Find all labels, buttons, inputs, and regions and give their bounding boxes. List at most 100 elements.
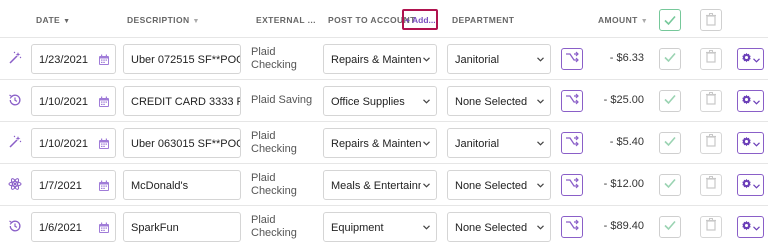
split-icon [565,176,579,194]
external-account: Plaid Checking [251,46,297,71]
date-input[interactable]: 1/6/2021 [31,212,116,242]
column-header-description[interactable]: DESCRIPTION ▼ [127,15,200,25]
column-header-date[interactable]: DATE ▼ [36,15,70,25]
calendar-icon[interactable] [98,53,110,65]
row-actions-button[interactable] [737,90,764,112]
external-account: Plaid Checking [251,214,297,239]
chevron-down-icon [537,141,544,146]
description-input[interactable]: SparkFun [123,212,241,242]
description-value: SparkFun [131,222,179,234]
amount-value: - $12.00 [603,178,644,190]
description-input[interactable]: Uber 063015 SF**POOL** [123,128,241,158]
calendar-icon[interactable] [98,95,110,107]
account-select-value: Repairs & Maintenance [331,54,421,66]
delete-button[interactable] [700,90,722,112]
account-select-value: Equipment [331,222,384,234]
row-actions-button[interactable] [737,174,764,196]
amount-value: - $6.33 [609,52,644,64]
description-value: CREDIT CARD 3333 PAYMENT [131,96,240,108]
description-input[interactable]: McDonald's [123,170,241,200]
account-select[interactable]: Repairs & Maintenance [323,44,437,74]
row-actions-button[interactable] [737,48,764,70]
date-input[interactable]: 1/10/2021 [31,86,116,116]
table-row: 1/10/2021 CREDIT CARD 3333 PAYMENT Plaid… [0,80,768,122]
add-account-link[interactable]: + Add... [402,9,438,30]
approve-all-button[interactable] [659,9,681,31]
account-select-value: Office Supplies [331,96,405,108]
split-button[interactable] [561,174,583,196]
delete-button[interactable] [700,216,722,238]
account-select[interactable]: Repairs & Maintenance [323,128,437,158]
description-input[interactable]: Uber 072515 SF**POOL** [123,44,241,74]
department-select[interactable]: Janitorial [447,128,551,158]
gear-icon [741,92,752,110]
column-header-external[interactable]: EXTERNAL ... [256,15,316,25]
history-icon[interactable] [8,219,22,233]
check-icon [664,15,676,26]
account-select-value: Meals & Entertainment [331,180,421,192]
split-button[interactable] [561,48,583,70]
chevron-down-icon [753,218,760,236]
sort-down-icon: ▼ [63,18,71,25]
column-header-department: DEPARTMENT [452,15,515,25]
description-input[interactable]: CREDIT CARD 3333 PAYMENT [123,86,241,116]
approve-button[interactable] [659,132,681,154]
calendar-icon[interactable] [98,221,110,233]
split-icon [565,134,579,152]
check-icon [660,89,680,114]
date-input[interactable]: 1/23/2021 [31,44,116,74]
chevron-down-icon [753,92,760,110]
date-value: 1/7/2021 [39,180,82,192]
department-select-value: Janitorial [455,138,500,150]
delete-all-button[interactable] [700,9,722,31]
split-button[interactable] [561,216,583,238]
chevron-down-icon [423,141,430,146]
account-select[interactable]: Equipment [323,212,437,242]
department-select-value: Janitorial [455,54,500,66]
trash-icon [706,13,716,26]
magic-wand-icon[interactable] [8,51,22,65]
approve-button[interactable] [659,90,681,112]
trash-icon [701,131,721,156]
calendar-icon[interactable] [98,137,110,149]
department-select-value: None Selected [455,222,528,234]
row-actions-button[interactable] [737,216,764,238]
amount-value: - $5.40 [609,136,644,148]
department-select[interactable]: None Selected [447,170,551,200]
approve-button[interactable] [659,48,681,70]
column-header-amount[interactable]: AMOUNT ▼ [598,15,648,25]
chevron-down-icon [753,50,760,68]
check-icon [660,173,680,198]
approve-button[interactable] [659,174,681,196]
date-input[interactable]: 1/7/2021 [31,170,116,200]
atom-icon[interactable] [8,177,22,191]
table-row: 1/6/2021 SparkFun Plaid Checking Equipme… [0,206,768,244]
calendar-icon[interactable] [98,179,110,191]
account-select[interactable]: Meals & Entertainment [323,170,437,200]
delete-button[interactable] [700,132,722,154]
row-actions-button[interactable] [737,132,764,154]
delete-button[interactable] [700,174,722,196]
department-select[interactable]: Janitorial [447,44,551,74]
delete-button[interactable] [700,48,722,70]
approve-button[interactable] [659,216,681,238]
department-select[interactable]: None Selected [447,86,551,116]
department-select[interactable]: None Selected [447,212,551,242]
date-input[interactable]: 1/10/2021 [31,128,116,158]
check-icon [660,215,680,240]
split-button[interactable] [561,132,583,154]
column-header-amount-label: AMOUNT [598,15,638,25]
history-icon[interactable] [8,93,22,107]
chevron-down-icon [537,57,544,62]
gear-icon [741,134,752,152]
amount-value: - $25.00 [603,94,644,106]
date-value: 1/10/2021 [39,138,88,150]
split-button[interactable] [561,90,583,112]
department-select-value: None Selected [455,96,528,108]
magic-wand-icon[interactable] [8,135,22,149]
account-select[interactable]: Office Supplies [323,86,437,116]
trash-icon [701,173,721,198]
chevron-down-icon [753,134,760,152]
chevron-down-icon [423,183,430,188]
check-icon [660,131,680,156]
